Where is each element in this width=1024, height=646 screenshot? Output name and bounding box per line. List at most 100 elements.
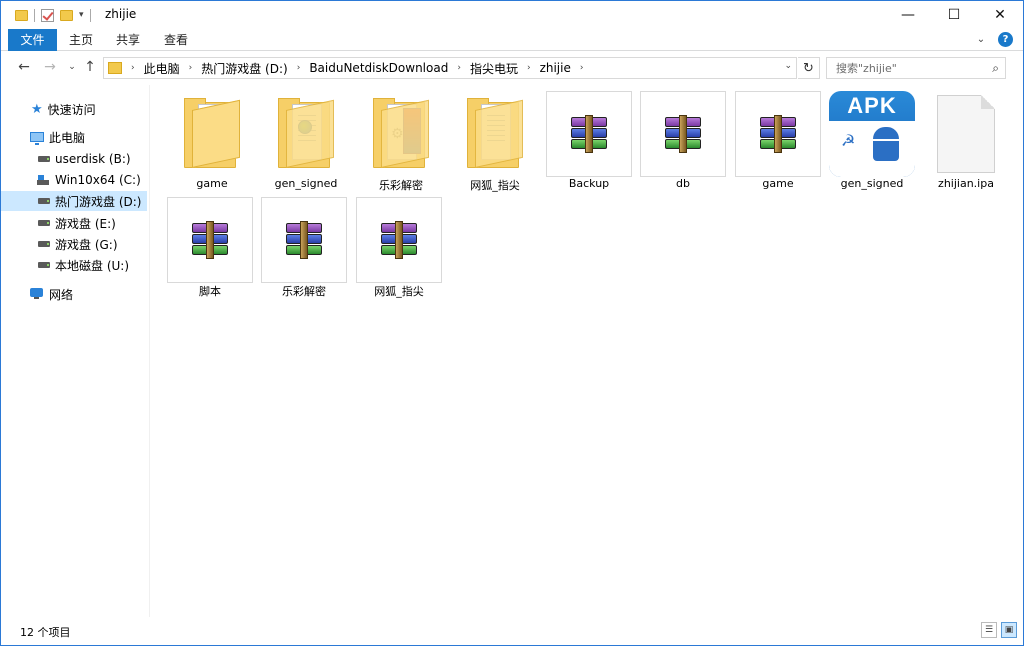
folder-icon <box>169 91 255 177</box>
drive-icon <box>38 220 50 226</box>
winrar-archive-icon <box>735 91 821 177</box>
search-icon[interactable]: ⌕ <box>992 61 999 76</box>
breadcrumb-separator-icon[interactable]: › <box>527 63 531 73</box>
file-item[interactable]: 脚本 <box>167 191 253 298</box>
view-toggle: ☰ ▣ <box>981 622 1017 638</box>
drive-icon <box>38 241 50 247</box>
nav-drive-e[interactable]: 游戏盘 (E:) <box>1 213 147 233</box>
drive-icon <box>38 156 50 162</box>
up-arrow-icon[interactable]: ↑ <box>81 58 99 76</box>
refresh-icon[interactable]: ↻ <box>798 57 820 79</box>
file-item[interactable]: ⚙ 乐彩解密 <box>358 85 444 192</box>
breadcrumb-drive-d[interactable]: 热门游戏盘 (D:) <box>201 60 287 77</box>
nav-network[interactable]: 网络 <box>1 284 147 304</box>
window-title: zhijie <box>105 7 137 21</box>
ribbon-tabs: 文件 主页 共享 查看 ⌄ ? <box>1 29 1023 51</box>
breadcrumb: › 此电脑 › 热门游戏盘 (D:) › BaiduNetdiskDownloa… <box>122 60 592 77</box>
apk-badge-text: APK <box>847 93 897 118</box>
toolbar-separator <box>34 8 35 22</box>
ribbon-right-controls: ⌄ ? <box>974 32 1013 47</box>
details-view-icon[interactable]: ☰ <box>981 622 997 638</box>
nav-drive-u[interactable]: 本地磁盘 (U:) <box>1 255 147 275</box>
winrar-archive-icon <box>640 91 726 177</box>
file-item[interactable]: game <box>169 85 255 190</box>
tab-home[interactable]: 主页 <box>61 29 101 51</box>
breadcrumb-baidunetdiskdownload[interactable]: BaiduNetdiskDownload <box>309 61 448 75</box>
breadcrumb-zhijie[interactable]: zhijie <box>540 61 571 75</box>
properties-icon[interactable] <box>41 8 54 22</box>
nav-drive-b[interactable]: userdisk (B:) <box>1 149 147 169</box>
maximize-button[interactable]: ☐ <box>931 1 977 29</box>
winrar-archive-icon <box>261 197 347 283</box>
nav-item-label: 快速访问 <box>47 102 96 117</box>
nav-drive-d[interactable]: 热门游戏盘 (D:) <box>1 191 147 211</box>
file-item[interactable]: APK ☭ gen_signed <box>829 85 915 190</box>
back-arrow-icon[interactable]: ← <box>15 58 33 76</box>
file-item[interactable]: 网狐_指尖 <box>452 85 538 192</box>
file-name: 脚本 <box>199 285 221 298</box>
pane-divider[interactable] <box>149 85 150 617</box>
star-icon: ★ <box>31 101 43 117</box>
title-bar: ▾ zhijie — ☐ ✕ <box>1 1 1023 29</box>
breadcrumb-separator-icon[interactable]: › <box>189 63 193 73</box>
tab-share[interactable]: 共享 <box>107 29 149 51</box>
network-icon <box>30 288 44 300</box>
tab-file[interactable]: 文件 <box>8 29 57 51</box>
nav-this-pc[interactable]: 此电脑 <box>1 127 147 147</box>
file-name: db <box>676 177 690 190</box>
winrar-archive-icon <box>356 197 442 283</box>
folder-icon <box>108 62 122 74</box>
expand-ribbon-chevron-icon[interactable]: ⌄ <box>974 33 988 47</box>
file-item[interactable]: 乐彩解密 <box>261 191 347 298</box>
breadcrumb-separator-icon[interactable]: › <box>457 63 461 73</box>
breadcrumb-this-pc[interactable]: 此电脑 <box>144 60 180 77</box>
breadcrumb-zhijian-dianwan[interactable]: 指尖电玩 <box>470 60 518 77</box>
nav-drive-g[interactable]: 游戏盘 (G:) <box>1 234 147 254</box>
nav-item-label: 游戏盘 (E:) <box>55 216 116 231</box>
breadcrumb-separator-icon[interactable]: › <box>580 63 584 73</box>
item-count: 12 个项目 <box>20 626 71 639</box>
folder-icon[interactable] <box>15 9 28 21</box>
address-history-chevron-icon[interactable]: ⌄ <box>784 61 792 71</box>
file-name: zhijian.ipa <box>938 177 994 190</box>
computer-icon <box>30 132 44 145</box>
document-icon <box>923 91 1009 177</box>
nav-drive-c[interactable]: Win10x64 (C:) <box>1 170 147 190</box>
file-item[interactable]: gen_signed <box>263 85 349 190</box>
nav-item-label: Win10x64 (C:) <box>55 173 141 187</box>
file-name: gen_signed <box>840 177 904 190</box>
file-item[interactable]: db <box>640 85 726 190</box>
large-icons-view-icon[interactable]: ▣ <box>1001 622 1017 638</box>
nav-item-label: userdisk (B:) <box>55 152 131 166</box>
breadcrumb-separator-icon[interactable]: › <box>131 63 135 73</box>
file-item[interactable]: zhijian.ipa <box>923 85 1009 190</box>
nav-quick-access[interactable]: ★ 快速访问 <box>1 99 147 119</box>
file-item[interactable]: game <box>735 85 821 190</box>
breadcrumb-separator-icon[interactable]: › <box>297 63 301 73</box>
status-bar: 12 个项目 ☰ ▣ <box>1 619 1023 645</box>
forward-arrow-icon[interactable]: → <box>41 58 59 76</box>
customize-toolbar-dropdown-icon[interactable]: ▾ <box>79 10 84 20</box>
drive-icon <box>38 262 50 268</box>
drive-icon <box>38 198 50 204</box>
file-name: game <box>762 177 794 190</box>
file-item[interactable]: 网狐_指尖 <box>356 191 442 298</box>
new-folder-icon[interactable] <box>60 9 73 21</box>
address-bar[interactable]: › 此电脑 › 热门游戏盘 (D:) › BaiduNetdiskDownloa… <box>103 57 797 79</box>
help-icon[interactable]: ? <box>998 32 1013 47</box>
window-controls: — ☐ ✕ <box>885 1 1023 29</box>
recent-locations-chevron-icon[interactable]: ⌄ <box>63 58 81 76</box>
close-button[interactable]: ✕ <box>977 1 1023 29</box>
file-item[interactable]: Backup <box>546 85 632 190</box>
minimize-button[interactable]: — <box>885 1 931 29</box>
explorer-window: ▾ zhijie — ☐ ✕ 文件 主页 共享 查看 ⌄ ? ← → ⌄ ↑ ›… <box>0 0 1024 646</box>
tab-view[interactable]: 查看 <box>155 29 197 51</box>
folder-icon <box>452 91 538 177</box>
navigation-bar: ← → ⌄ ↑ › 此电脑 › 热门游戏盘 (D:) › BaiduNetdis… <box>1 52 1023 84</box>
search-box[interactable]: ⌕ <box>826 57 1006 79</box>
nav-item-label: 热门游戏盘 (D:) <box>55 194 142 209</box>
windows-drive-icon <box>37 174 50 186</box>
search-input[interactable] <box>827 58 977 78</box>
navigation-pane: ★ 快速访问 此电脑 userdisk (B:) Win10x64 (C:) 热… <box>1 85 149 617</box>
nav-item-label: 本地磁盘 (U:) <box>55 258 130 273</box>
